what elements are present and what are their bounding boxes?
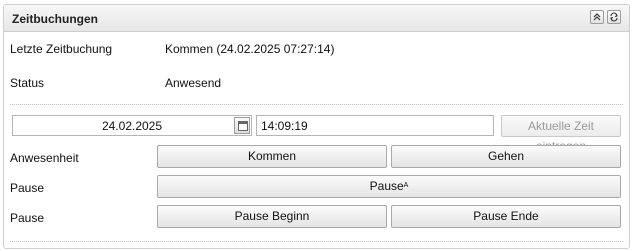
pause-label-2: Pause bbox=[10, 211, 45, 225]
status-label: Status bbox=[10, 76, 45, 90]
pause-button-accent: A bbox=[403, 182, 409, 189]
double-chevron-up-icon[interactable] bbox=[590, 10, 604, 24]
pause-button[interactable]: PauseA bbox=[157, 175, 621, 198]
panel-header: Zeitbuchungen bbox=[4, 5, 629, 32]
current-time-button[interactable]: Aktuelle Zeit eintragen bbox=[501, 115, 621, 153]
date-input[interactable] bbox=[12, 115, 252, 136]
pause-end-button[interactable]: Pause Ende bbox=[391, 205, 621, 228]
last-booking-label: Letzte Zeitbuchung bbox=[10, 42, 113, 56]
presence-label: Anwesenheit bbox=[10, 151, 79, 165]
panel-title: Zeitbuchungen bbox=[12, 12, 98, 26]
come-button[interactable]: Kommen bbox=[157, 145, 387, 168]
refresh-icon[interactable] bbox=[607, 10, 621, 24]
status-value: Anwesend bbox=[165, 76, 222, 90]
pause-begin-button[interactable]: Pause Beginn bbox=[157, 205, 387, 228]
pause-label: Pause bbox=[10, 181, 45, 195]
go-button[interactable]: Gehen bbox=[391, 145, 621, 168]
calendar-icon[interactable] bbox=[234, 117, 250, 134]
separator-bottom bbox=[10, 241, 623, 242]
separator bbox=[10, 104, 623, 105]
pause-button-label: Pause bbox=[369, 179, 404, 193]
last-booking-value: Kommen (24.02.2025 07:27:14) bbox=[165, 42, 335, 56]
time-input[interactable] bbox=[256, 115, 494, 136]
time-bookings-panel: Zeitbuchungen Letzte Zeitbuchung Kommen … bbox=[3, 4, 630, 249]
